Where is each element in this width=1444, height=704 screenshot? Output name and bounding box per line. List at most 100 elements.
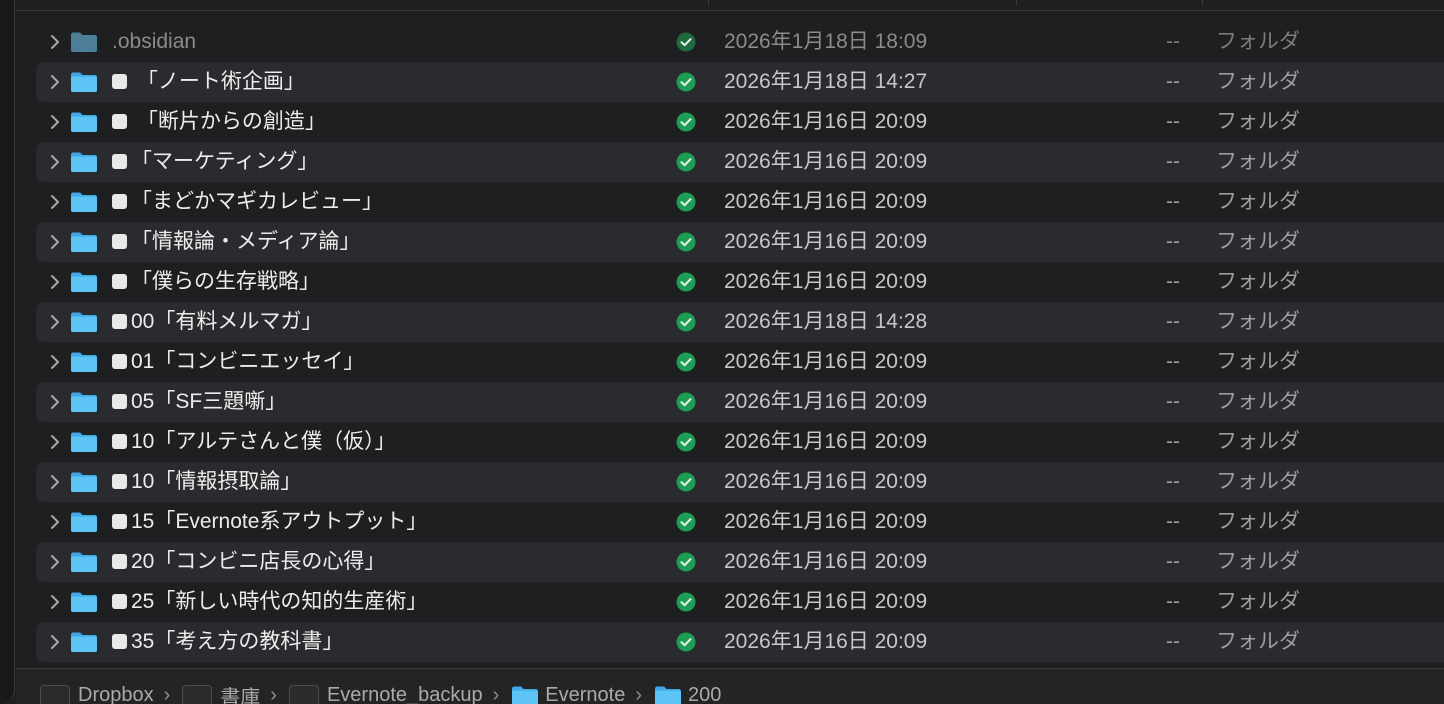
date-modified: 2026年1月16日 20:09 [724,150,928,173]
sidebar-edge [0,0,15,704]
disclosure-chevron-icon[interactable] [48,194,62,210]
sync-status-check-icon [676,512,696,532]
file-size: -- [1166,350,1180,373]
sync-status-check-icon [676,592,696,612]
file-kind: フォルダ [1216,150,1300,173]
file-size: -- [1166,590,1180,613]
disclosure-chevron-icon[interactable] [48,34,62,50]
breadcrumb-item[interactable]: Dropbox [40,684,154,704]
date-modified: 2026年1月18日 18:09 [724,30,928,53]
folder-icon [70,191,98,213]
file-kind: フォルダ [1216,470,1300,493]
disclosure-chevron-icon[interactable] [48,354,62,370]
breadcrumb-item[interactable]: 200 [654,684,721,704]
date-modified: 2026年1月16日 20:09 [724,350,928,373]
breadcrumb-item[interactable]: Evernote [511,684,625,704]
list-item[interactable]: 20「コンビニ店長の心得」 2026年1月16日 20:09 -- フォルダ [36,542,1444,582]
folder-icon [70,151,98,173]
folder-icon [70,271,98,293]
disclosure-chevron-icon[interactable] [48,114,62,130]
file-name: 「僕らの生存戦略」 [112,262,320,302]
list-item[interactable]: 「僕らの生存戦略」 2026年1月16日 20:09 -- フォルダ [36,262,1444,302]
folder-icon [70,631,98,653]
disclosure-chevron-icon[interactable] [48,594,62,610]
file-name: 01「コンビニエッセイ」 [112,342,364,382]
file-size: -- [1166,230,1180,253]
date-modified: 2026年1月16日 20:09 [724,550,928,573]
sync-status-check-icon [676,192,696,212]
breadcrumb-separator: › [635,684,643,704]
breadcrumb-separator: › [163,684,171,704]
file-kind: フォルダ [1216,230,1300,253]
sync-status-check-icon [676,112,696,132]
file-kind: フォルダ [1216,270,1300,293]
disclosure-chevron-icon[interactable] [48,474,62,490]
list-item[interactable]: 10「アルテさんと僕（仮）」 2026年1月16日 20:09 -- フォルダ [36,422,1444,462]
disclosure-chevron-icon[interactable] [48,314,62,330]
file-kind: フォルダ [1216,430,1300,453]
sync-status-check-icon [676,312,696,332]
disclosure-chevron-icon[interactable] [48,74,62,90]
disclosure-chevron-icon[interactable] [48,434,62,450]
disclosure-chevron-icon[interactable] [48,274,62,290]
list-item[interactable]: 05「SF三題噺」 2026年1月16日 20:09 -- フォルダ [36,382,1444,422]
list-item[interactable]: 25「新しい時代の知的生産術」 2026年1月16日 20:09 -- フォルダ [36,582,1444,622]
folder-icon [70,111,98,133]
app-icon [182,684,213,704]
disclosure-chevron-icon[interactable] [48,514,62,530]
file-name: 「ノート術企画」 [112,62,305,102]
list-item[interactable]: 00「有料メルマガ」 2026年1月18日 14:28 -- フォルダ [36,302,1444,342]
list-item[interactable]: 「マーケティング」 2026年1月16日 20:09 -- フォルダ [36,142,1444,182]
disclosure-chevron-icon[interactable] [48,234,62,250]
folder-icon [70,471,98,493]
folder-icon [70,31,98,53]
file-kind: フォルダ [1216,310,1300,333]
folder-icon [70,351,98,373]
list-item[interactable]: 01「コンビニエッセイ」 2026年1月16日 20:09 -- フォルダ [36,342,1444,382]
app-icon [40,684,70,704]
folder-icon [70,431,98,453]
prefix-square-icon [112,514,127,529]
list-item[interactable]: 「断片からの創造」 2026年1月16日 20:09 -- フォルダ [36,102,1444,142]
disclosure-chevron-icon[interactable] [48,634,62,650]
file-name-text: 20「コンビニ店長の心得」 [131,550,386,573]
file-size: -- [1166,470,1180,493]
finder-window: .obsidian 2026年1月18日 18:09 -- フォルダ 「ノート術… [0,0,1444,704]
date-modified: 2026年1月18日 14:28 [724,310,928,333]
list-item[interactable]: 35「考え方の教科書」 2026年1月16日 20:09 -- フォルダ [36,622,1444,662]
disclosure-chevron-icon[interactable] [48,154,62,170]
date-modified: 2026年1月16日 20:09 [724,470,928,493]
breadcrumb-label: Dropbox [78,684,154,704]
disclosure-chevron-icon[interactable] [48,554,62,570]
file-name-text: 10「アルテさんと僕（仮）」 [131,430,396,453]
sync-status-check-icon [676,152,696,172]
list-item[interactable]: 「まどかマギカレビュー」 2026年1月16日 20:09 -- フォルダ [36,182,1444,222]
file-kind: フォルダ [1216,70,1300,93]
file-name: 「まどかマギカレビュー」 [112,182,383,222]
breadcrumb-item[interactable]: Evernote_backup [288,684,483,704]
file-kind: フォルダ [1216,550,1300,573]
date-modified: 2026年1月16日 20:09 [724,230,928,253]
list-item[interactable]: 「ノート術企画」 2026年1月18日 14:27 -- フォルダ [36,62,1444,102]
prefix-square-icon [112,194,127,209]
sync-status-check-icon [676,352,696,372]
sync-status-check-icon [676,32,696,52]
list-item[interactable]: .obsidian 2026年1月18日 18:09 -- フォルダ [36,22,1444,62]
list-item[interactable]: 「情報論・メディア論」 2026年1月16日 20:09 -- フォルダ [36,222,1444,262]
file-kind: フォルダ [1216,590,1300,613]
disclosure-chevron-icon[interactable] [48,394,62,410]
prefix-square-icon [112,154,127,169]
breadcrumb-item[interactable]: 書庫 [182,681,260,704]
path-bar: Dropbox › 書庫 › Evernote_backup › Evernote › 200 [16,668,1444,704]
list-item[interactable]: 10「情報摂取論」 2026年1月16日 20:09 -- フォルダ [36,462,1444,502]
file-name-text: 「ノート術企画」 [131,70,305,93]
column-header[interactable] [16,0,1444,11]
file-size: -- [1166,550,1180,573]
list-item[interactable]: 15「Evernote系アウトプット」 2026年1月16日 20:09 -- … [36,502,1444,542]
file-size: -- [1166,30,1180,53]
date-modified: 2026年1月16日 20:09 [724,510,928,533]
file-name: 25「新しい時代の知的生産術」 [112,582,427,622]
file-name-text: 15「Evernote系アウトプット」 [131,510,428,533]
file-size: -- [1166,150,1180,173]
file-name-text: 10「情報摂取論」 [131,470,302,493]
